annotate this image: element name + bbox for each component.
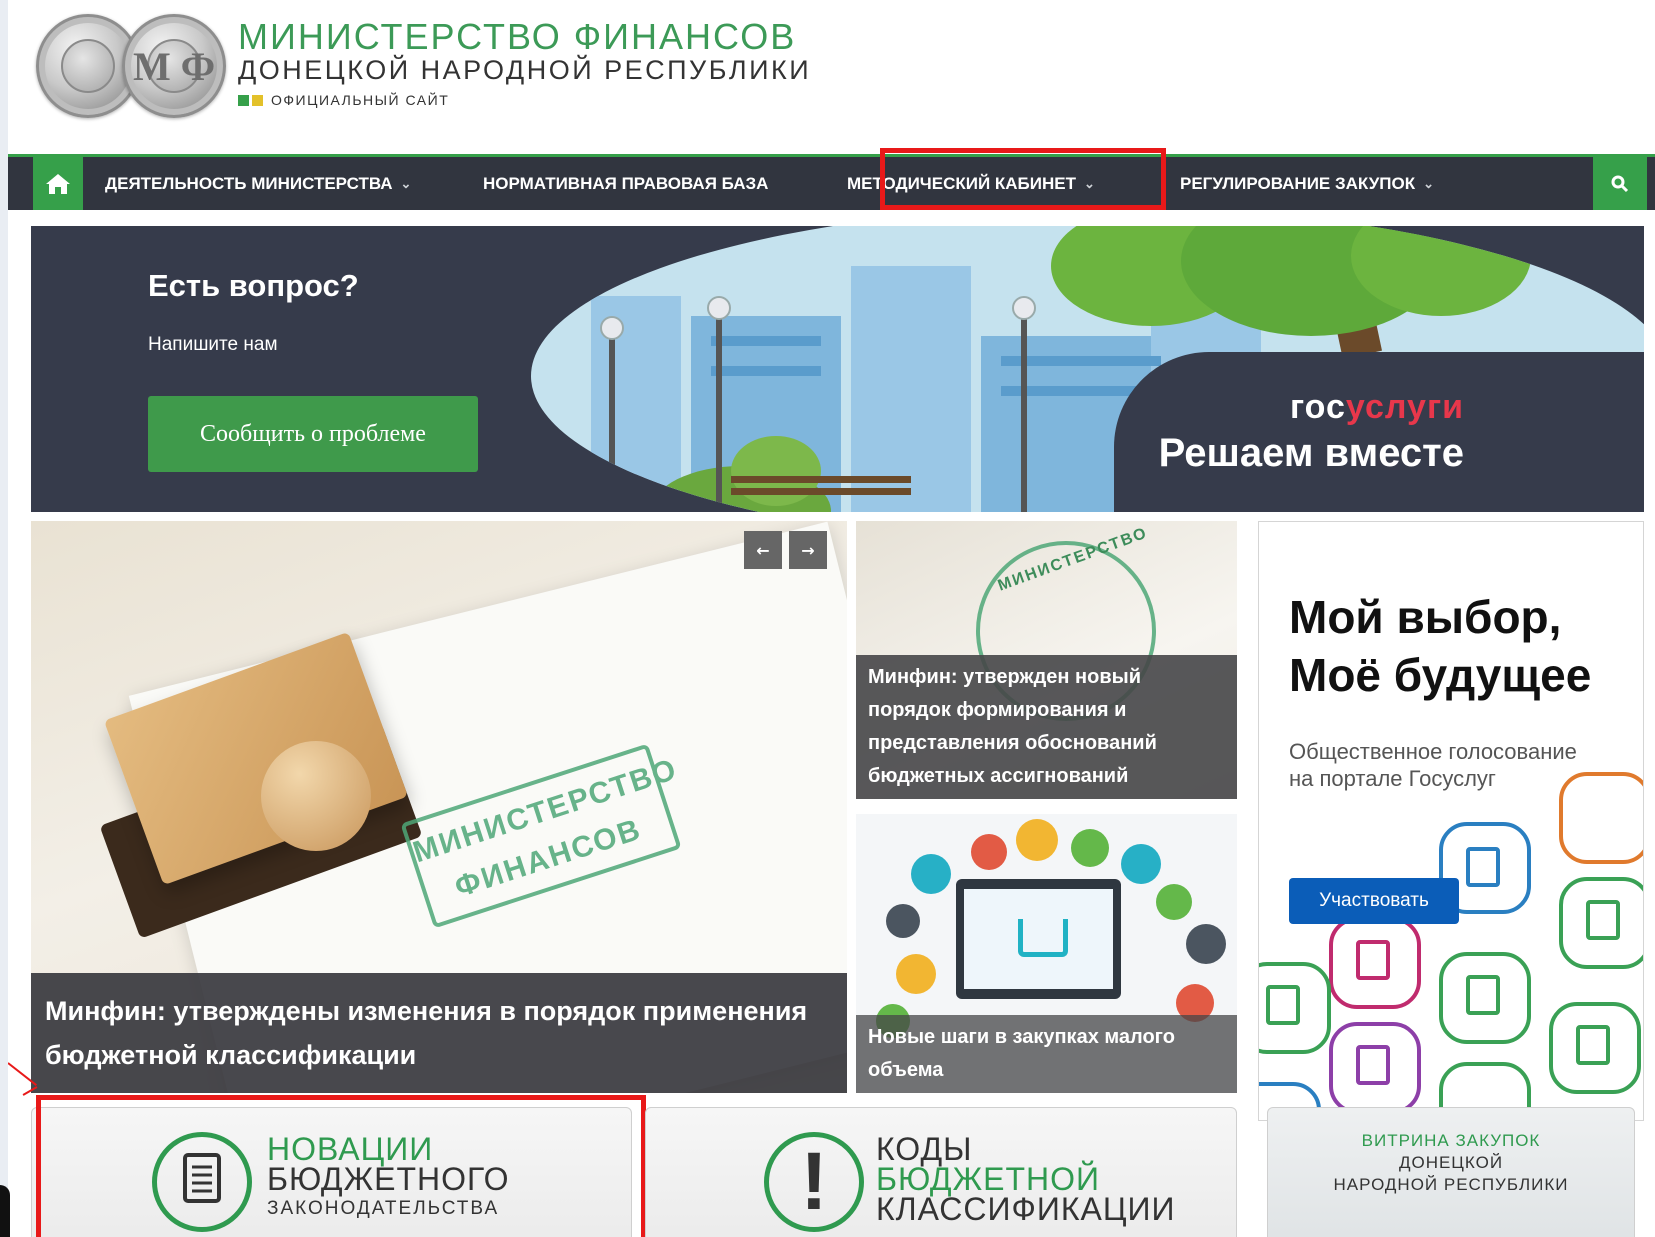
gos-part2: услуги	[1345, 388, 1464, 426]
site-logo[interactable]: М Ф	[36, 14, 226, 118]
budget-codes-tile[interactable]: ! КОДЫ БЮДЖЕТНОЙ КЛАССИФИКАЦИИ	[645, 1107, 1237, 1237]
site-subtitle: ДОНЕЦКОЙ НАРОДНОЙ РЕСПУБЛИКИ	[238, 55, 812, 85]
shopping-cart-icon	[1018, 919, 1068, 957]
news-card[interactable]: Новые шаги в закупках малого объема	[856, 814, 1237, 1093]
ministry-emblem-icon: М Ф	[122, 14, 226, 118]
ad-description: Общественное голосование на портале Госу…	[1289, 739, 1577, 791]
nav-item-legal-base[interactable]: НОРМАТИВНАЯ ПРАВОВАЯ БАЗА	[483, 157, 768, 210]
computer-cart-image	[956, 879, 1121, 999]
chevron-down-icon: ⌄	[1083, 175, 1095, 191]
main-navbar: ДЕЯТЕЛЬНОСТЬ МИНИСТЕРСТВА ⌄ НОРМАТИВНАЯ …	[8, 154, 1655, 210]
site-tagline: ОФИЦИАЛЬНЫЙ САЙТ	[238, 92, 449, 108]
search-icon	[1611, 175, 1629, 192]
chevron-down-icon: ⌄	[400, 175, 412, 191]
nav-label: МЕТОДИЧЕСКИЙ КАБИНЕТ	[847, 173, 1076, 193]
banner-write-us: Напишите нам	[148, 334, 278, 355]
news-card[interactable]: МИНИСТЕРСТВО Минфин: утвержден новый пор…	[856, 521, 1237, 799]
nav-label: НОРМАТИВНАЯ ПРАВОВАЯ БАЗА	[483, 173, 769, 193]
tile-text: КОДЫ БЮДЖЕТНОЙ КЛАССИФИКАЦИИ	[876, 1131, 1176, 1227]
report-icon	[1356, 1045, 1390, 1085]
document-icon	[152, 1132, 252, 1232]
tap-icon	[1586, 900, 1620, 940]
edit-icon	[1266, 985, 1300, 1025]
banner-slogan: Решаем вместе	[1158, 431, 1464, 475]
nav-item-methodical-cabinet[interactable]: МЕТОДИЧЕСКИЙ КАБИНЕТ ⌄	[847, 157, 1095, 210]
gos-part1: гос	[1289, 388, 1346, 426]
home-icon	[46, 173, 70, 194]
yellow-square-icon	[252, 94, 263, 106]
green-square-icon	[238, 94, 249, 106]
slider-prev-button[interactable]: ←	[744, 531, 782, 569]
exclamation-icon: !	[764, 1132, 864, 1232]
news-card-caption[interactable]: Новые шаги в закупках малого объема	[856, 1015, 1237, 1093]
news-main-caption[interactable]: Минфин: утверждены изменения в порядок п…	[31, 973, 847, 1093]
ad-title-line2: Моё будущее	[1289, 649, 1592, 701]
nav-label: ДЕЯТЕЛЬНОСТЬ МИНИСТЕРСТВА	[105, 173, 393, 193]
vote-ad-banner[interactable]: Мой выбор, Моё будущее Общественное голо…	[1258, 521, 1644, 1121]
feedback-banner: Есть вопрос? Напишите нам Сообщить о про…	[31, 226, 1644, 512]
document-icon	[1356, 940, 1390, 980]
nav-item-activity[interactable]: ДЕЯТЕЛЬНОСТЬ МИНИСТЕРСТВА ⌄	[105, 157, 411, 210]
nav-item-procurement[interactable]: РЕГУЛИРОВАНИЕ ЗАКУПОК ⌄	[1180, 157, 1434, 210]
search-button[interactable]	[1593, 157, 1647, 210]
slider-next-button[interactable]: →	[789, 531, 827, 569]
home-button[interactable]	[33, 157, 83, 210]
gosuslugi-logo: госуслуги	[1290, 388, 1464, 427]
participate-button[interactable]: Участвовать	[1289, 878, 1459, 924]
site-title[interactable]: МИНИСТЕРСТВО ФИНАНСОВ	[238, 16, 796, 58]
nav-label: РЕГУЛИРОВАНИЕ ЗАКУПОК	[1180, 173, 1416, 193]
page: М Ф МИНИСТЕРСТВО ФИНАНСОВ ДОНЕЦКОЙ НАРОД…	[8, 0, 1655, 1237]
car-icon	[1466, 847, 1500, 887]
id-card-icon	[1466, 975, 1500, 1015]
report-problem-button[interactable]: Сообщить о проблеме	[148, 396, 478, 472]
banner-question: Есть вопрос?	[148, 268, 359, 303]
window-edge	[0, 1185, 10, 1237]
list-icon	[1576, 1025, 1610, 1065]
budget-novations-tile[interactable]: НОВАЦИИ БЮДЖЕТНОГО ЗАКОНОДАТЕЛЬСТВА	[31, 1107, 632, 1237]
tagline-text: ОФИЦИАЛЬНЫЙ САЙТ	[271, 92, 450, 108]
news-card-caption[interactable]: Минфин: утвержден новый порядок формиров…	[856, 655, 1237, 799]
chevron-down-icon: ⌄	[1423, 175, 1435, 191]
ad-title-line1: Мой выбор,	[1289, 591, 1562, 643]
news-slider[interactable]: МИНИСТЕРСТВО ФИНАНСОВ ← → Минфин: утверж…	[31, 521, 847, 1093]
logo-letters: М Ф	[132, 44, 216, 89]
ad-title: Мой выбор, Моё будущее	[1289, 588, 1591, 704]
tile-text: НОВАЦИИ БЮДЖЕТНОГО ЗАКОНОДАТЕЛЬСТВА	[267, 1131, 510, 1219]
procurement-showcase-tile[interactable]: ВИТРИНА ЗАКУПОК ДОНЕЦКОЙ НАРОДНОЙ РЕСПУБ…	[1267, 1107, 1635, 1237]
